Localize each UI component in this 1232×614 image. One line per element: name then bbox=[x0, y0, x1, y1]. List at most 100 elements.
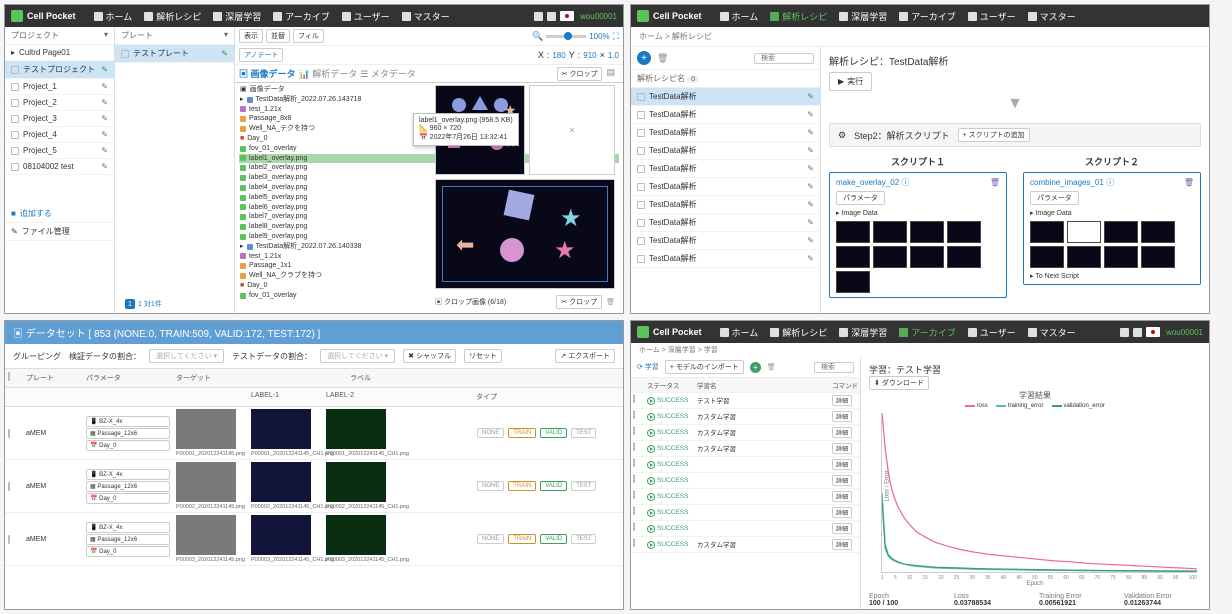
param-chip[interactable]: 📅 Day_0 bbox=[86, 546, 170, 557]
tree-node[interactable]: test_1.21x bbox=[249, 252, 281, 262]
help-icon[interactable] bbox=[547, 12, 556, 21]
project-item[interactable]: 08104002 test✎ bbox=[5, 159, 114, 175]
search-input[interactable] bbox=[754, 53, 814, 64]
col-param[interactable]: パラメータ bbox=[83, 369, 173, 387]
checkbox-icon[interactable] bbox=[11, 115, 19, 123]
trash-icon[interactable]: 🗑 bbox=[657, 53, 668, 64]
recipe-item[interactable]: TestData解析✎ bbox=[631, 142, 820, 160]
type-none[interactable]: NONE bbox=[477, 428, 504, 438]
image-data-header[interactable]: Image Data bbox=[1035, 210, 1071, 217]
detail-btn[interactable]: 詳細 bbox=[832, 523, 852, 534]
nav-user[interactable]: ユーザー bbox=[342, 10, 390, 23]
learn-row[interactable]: SUCCESS テスト学習 詳細 bbox=[631, 393, 860, 409]
add-script-btn[interactable]: + スクリプトの追加 bbox=[958, 128, 1030, 142]
recipe-item[interactable]: TestData解析✎ bbox=[631, 178, 820, 196]
project-item-selected[interactable]: テストプロジェクト✎ bbox=[5, 61, 114, 79]
plate-item-selected[interactable]: テストプレート✎ bbox=[115, 45, 234, 63]
expand-icon[interactable]: ⛶ bbox=[613, 31, 619, 42]
edit-icon[interactable]: ✎ bbox=[101, 98, 108, 107]
thumb[interactable] bbox=[836, 271, 870, 293]
zoom-slider[interactable] bbox=[546, 35, 586, 38]
project-item[interactable]: Project_3✎ bbox=[5, 111, 114, 127]
checkbox-icon[interactable] bbox=[637, 201, 645, 209]
type-none[interactable]: NONE bbox=[477, 534, 504, 544]
thumb[interactable] bbox=[947, 246, 981, 268]
nav-home[interactable]: ホーム bbox=[720, 326, 759, 339]
checkbox-icon[interactable] bbox=[121, 50, 129, 58]
valid-select[interactable]: 選択してください ▾ bbox=[149, 349, 224, 363]
tree-root[interactable]: 画像データ bbox=[250, 85, 285, 95]
type-valid[interactable]: VALID bbox=[540, 481, 567, 491]
col-target[interactable]: ターゲット bbox=[173, 369, 248, 387]
edit-icon[interactable]: ✎ bbox=[101, 65, 108, 74]
edit-icon[interactable]: ✎ bbox=[807, 146, 814, 155]
tb-fill[interactable]: フィル bbox=[293, 29, 324, 43]
flag-jp-icon[interactable] bbox=[1146, 327, 1160, 337]
select-all[interactable] bbox=[8, 372, 10, 381]
flag-jp-icon[interactable] bbox=[560, 11, 574, 21]
edit-icon[interactable]: ✎ bbox=[807, 200, 814, 209]
param-chip[interactable]: ▦ Passage_12x6 bbox=[86, 534, 170, 545]
add-recipe-btn[interactable]: + bbox=[637, 51, 651, 65]
checkbox-icon[interactable] bbox=[637, 111, 645, 119]
thumb-label2[interactable] bbox=[326, 409, 386, 449]
script-name[interactable]: combine_images_01 bbox=[1030, 178, 1104, 187]
learn-row[interactable]: SUCCESS 詳細 bbox=[631, 489, 860, 505]
checkbox-icon[interactable] bbox=[11, 147, 19, 155]
learn-row[interactable]: SUCCESS カスタム学習 詳細 bbox=[631, 441, 860, 457]
checkbox-icon[interactable] bbox=[11, 66, 19, 74]
tree-node[interactable]: Well_NA_テクを持つ bbox=[249, 124, 315, 134]
type-test[interactable]: TEST bbox=[571, 481, 596, 491]
tree-node[interactable]: Day_0 bbox=[247, 281, 267, 291]
param-chip[interactable]: 📱 BZ-X_4x bbox=[86, 469, 170, 480]
download-btn[interactable]: ⬇ ダウンロード bbox=[869, 376, 929, 390]
nav-deep[interactable]: 深層学習 bbox=[839, 326, 887, 339]
next-script[interactable]: To Next Script bbox=[1035, 273, 1079, 280]
recipe-item[interactable]: TestData解析✎ bbox=[631, 232, 820, 250]
nav-deep[interactable]: 深層学習 bbox=[213, 10, 261, 23]
edit-icon[interactable]: ✎ bbox=[807, 236, 814, 245]
col-status[interactable]: ステータス bbox=[645, 378, 695, 393]
nav-master[interactable]: マスター bbox=[1028, 10, 1076, 23]
thumb-label1[interactable] bbox=[251, 515, 311, 555]
detail-btn[interactable]: 詳細 bbox=[832, 475, 852, 486]
test-select[interactable]: 選択してください ▾ bbox=[320, 349, 395, 363]
row-check[interactable] bbox=[633, 522, 635, 531]
row-check[interactable] bbox=[633, 490, 635, 499]
file-manage[interactable]: ✎ファイル管理 bbox=[5, 223, 114, 241]
detail-btn[interactable]: 詳細 bbox=[832, 395, 852, 406]
import-model-btn[interactable]: + モデルのインポート bbox=[665, 360, 744, 374]
edit-icon[interactable]: ✎ bbox=[807, 182, 814, 191]
edit-icon[interactable]: ✎ bbox=[807, 92, 814, 101]
param-chip[interactable]: 📱 BZ-X_4x bbox=[86, 522, 170, 533]
thumb[interactable] bbox=[1104, 221, 1138, 243]
tb-view[interactable]: 表示 bbox=[239, 29, 263, 43]
search-input[interactable] bbox=[814, 362, 854, 373]
recipe-item[interactable]: TestData解析✎ bbox=[631, 250, 820, 268]
thumb[interactable] bbox=[947, 221, 981, 243]
help-icon[interactable] bbox=[1133, 328, 1142, 337]
run-button[interactable]: ▶ 実行 bbox=[829, 72, 872, 91]
edit-icon[interactable]: ✎ bbox=[101, 162, 108, 171]
checkbox-icon[interactable] bbox=[637, 165, 645, 173]
nav-home[interactable]: ホーム bbox=[720, 10, 759, 23]
nav-archive[interactable]: アーカイブ bbox=[899, 10, 955, 23]
edit-icon[interactable]: ✎ bbox=[807, 218, 814, 227]
trash-icon[interactable]: 🗑 bbox=[606, 298, 615, 306]
detail-btn[interactable]: 詳細 bbox=[832, 427, 852, 438]
thumb[interactable] bbox=[1141, 221, 1175, 243]
param-chip[interactable]: ▦ Passage_12x6 bbox=[86, 481, 170, 492]
param-chip[interactable]: 📅 Day_0 bbox=[86, 440, 170, 451]
image-data-header[interactable]: Image Data bbox=[841, 210, 877, 217]
tree-node[interactable]: Well_NA_クラブを持つ bbox=[249, 271, 322, 281]
thumb-label2[interactable] bbox=[326, 462, 386, 502]
checkbox-icon[interactable] bbox=[11, 163, 19, 171]
recipe-item[interactable]: TestData解析✎ bbox=[631, 160, 820, 178]
row-check[interactable] bbox=[633, 394, 635, 403]
info-icon[interactable]: ⓘ bbox=[1106, 178, 1114, 187]
nav-recipe[interactable]: 解析レシピ bbox=[770, 326, 827, 339]
recipe-item[interactable]: TestData解析✎ bbox=[631, 196, 820, 214]
checkbox-icon[interactable] bbox=[11, 131, 19, 139]
crop-btn[interactable]: ✂ クロップ bbox=[557, 67, 603, 81]
row-check[interactable] bbox=[633, 538, 635, 547]
